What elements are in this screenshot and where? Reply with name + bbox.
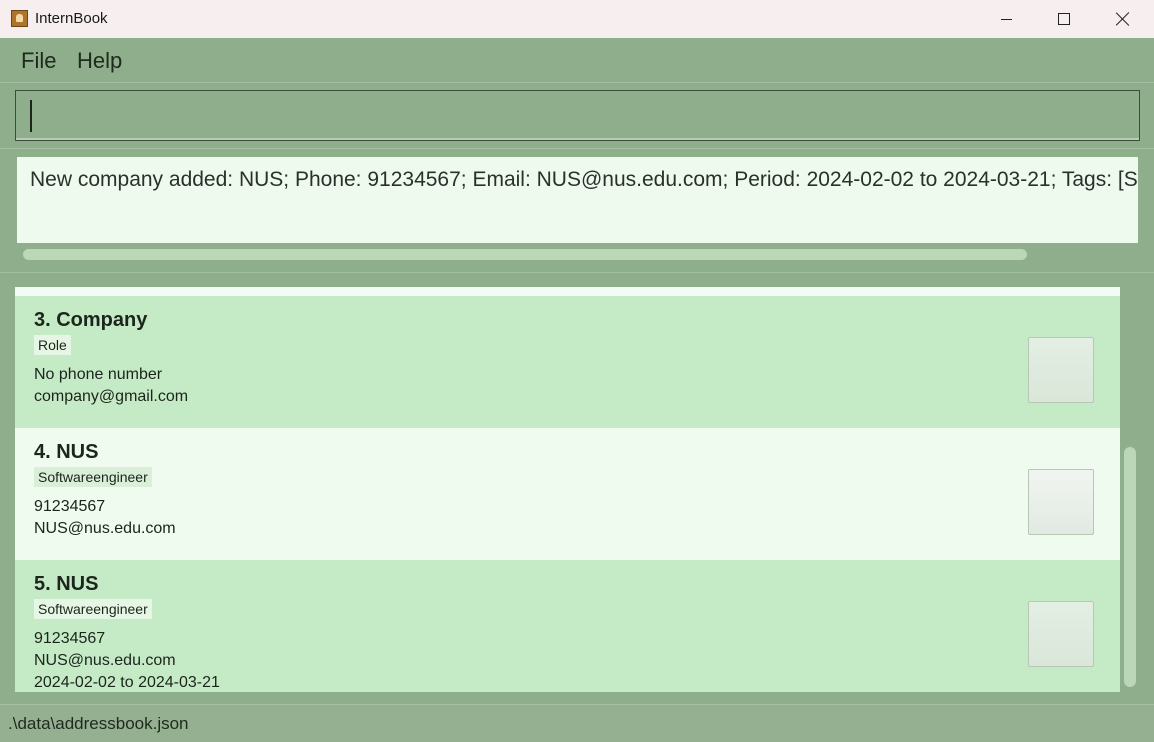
app-icon <box>11 10 28 27</box>
company-thumbnail <box>1028 601 1094 667</box>
tag-label: Softwareengineer <box>34 467 152 487</box>
command-input[interactable] <box>15 90 1140 141</box>
company-thumbnail <box>1028 469 1094 535</box>
result-display-panel: New company added: NUS; Phone: 91234567;… <box>15 157 1139 267</box>
list-item[interactable]: 4. NUS Softwareengineer 91234567 NUS@nus… <box>15 428 1120 560</box>
list-item-partial <box>15 287 1120 296</box>
company-email: company@gmail.com <box>34 388 189 405</box>
company-name: 5. NUS <box>34 573 99 595</box>
company-phone: No phone number <box>34 366 163 383</box>
minimize-button[interactable] <box>977 0 1035 38</box>
horizontal-scrollbar[interactable] <box>23 249 1027 260</box>
result-message: New company added: NUS; Phone: 91234567;… <box>30 168 1138 191</box>
close-icon <box>1116 12 1130 26</box>
result-display[interactable]: New company added: NUS; Phone: 91234567;… <box>17 157 1138 243</box>
company-email: NUS@nus.edu.com <box>34 520 176 537</box>
tag-label: Softwareengineer <box>34 599 152 619</box>
save-location: .\data\addressbook.json <box>8 714 189 733</box>
close-button[interactable] <box>1094 0 1152 38</box>
app-window: InternBook File Help New company added: … <box>0 0 1154 742</box>
company-name: 3. Company <box>34 309 148 331</box>
menu-bar: File Help <box>0 38 1154 82</box>
tag-label: Role <box>34 335 71 355</box>
minimize-icon <box>1000 18 1012 20</box>
status-bar: .\data\addressbook.json <box>0 704 1154 742</box>
maximize-button[interactable] <box>1035 0 1093 38</box>
divider <box>0 272 1154 273</box>
company-phone: 91234567 <box>34 498 106 515</box>
window-title: InternBook <box>35 10 108 27</box>
title-bar: InternBook <box>0 0 1154 38</box>
company-name: 4. NUS <box>34 441 99 463</box>
list-item[interactable]: 3. Company Role No phone number company@… <box>15 296 1120 428</box>
divider <box>0 148 1154 149</box>
internship-period: 2024-02-02 to 2024-03-21 <box>34 674 220 691</box>
vertical-scrollbar[interactable] <box>1124 447 1136 687</box>
text-caret <box>30 100 32 132</box>
menu-file[interactable]: File <box>21 48 56 74</box>
company-thumbnail <box>1028 337 1094 403</box>
menu-help[interactable]: Help <box>77 48 122 74</box>
company-phone: 91234567 <box>34 630 106 647</box>
maximize-icon <box>1058 13 1070 25</box>
company-email: NUS@nus.edu.com <box>34 652 176 669</box>
divider <box>0 82 1154 83</box>
company-list[interactable]: 3. Company Role No phone number company@… <box>15 287 1120 692</box>
list-item[interactable]: 5. NUS Softwareengineer 91234567 NUS@nus… <box>15 560 1120 692</box>
